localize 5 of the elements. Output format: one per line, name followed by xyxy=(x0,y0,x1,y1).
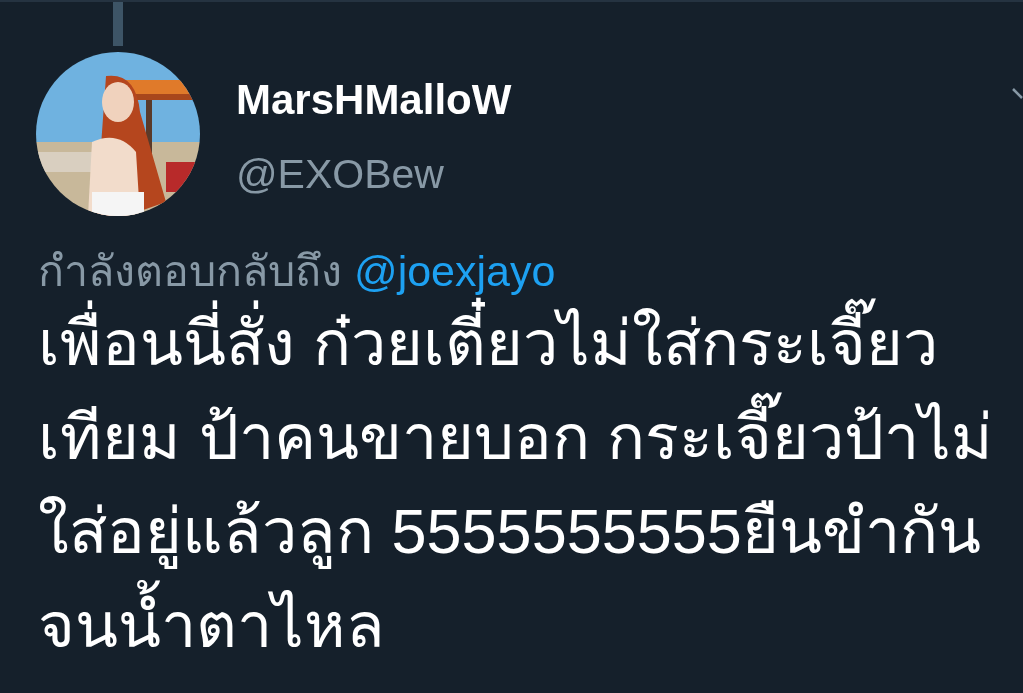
reply-label: กำลังตอบกลับถึง xyxy=(38,246,342,296)
mention-link[interactable]: @joexjayo xyxy=(354,246,556,296)
author-handle: @EXOBew xyxy=(236,150,445,198)
author-name: MarsHMalloW xyxy=(236,76,512,124)
tweet-text: เพื่อนนี่สั่ง ก๋วยเตี๋ยวไม่ใส่กระเจี๊ยว เทียม ป้าคนขายบอก กระเจี๊ยวป้าไม่ ใส่อยู่แล้วลูก 5555555555ยืนขำกัน จนน้ำตาไหล xyxy=(0,296,1023,672)
